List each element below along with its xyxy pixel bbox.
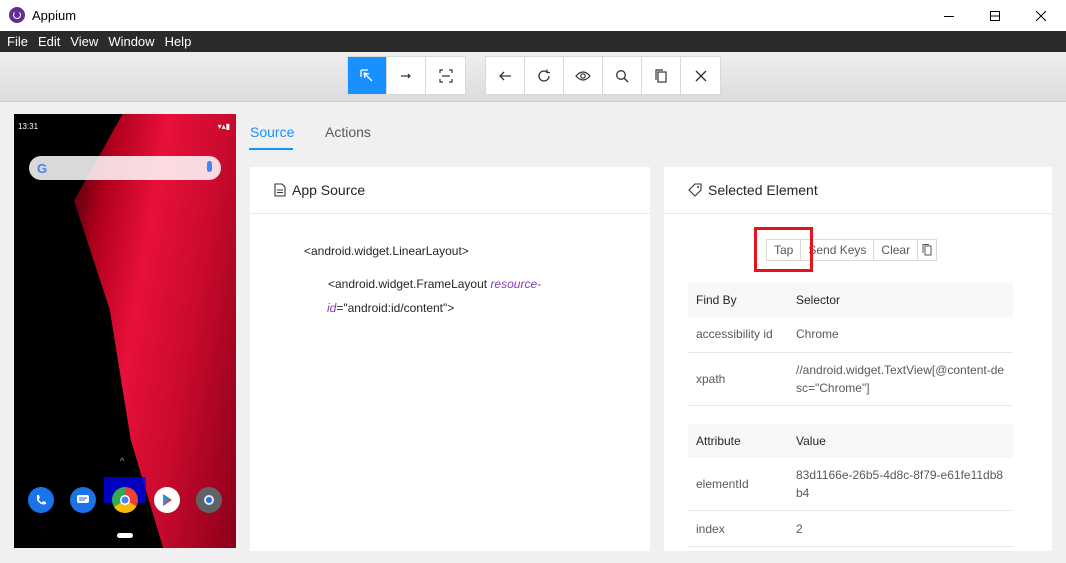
menu-view[interactable]: View [65, 31, 103, 52]
node-attr-value: ="android:id/content"> [336, 301, 455, 315]
selected-element-header: Selected Element [664, 167, 1052, 214]
node-attr-name-cont: id [327, 301, 337, 315]
tap-highlight-box [754, 227, 813, 272]
main-area: 13:31 ▾▴▮ G ^ Source Actions App Source … [0, 102, 1066, 563]
column-attribute: Attribute [688, 424, 788, 458]
refresh-button[interactable] [525, 57, 564, 94]
swipe-arrow-icon [401, 73, 411, 78]
attribute-cell: elementId [688, 458, 788, 511]
chrome-app-icon[interactable] [112, 487, 138, 513]
close-icon [695, 70, 706, 81]
tree-node-framelayout[interactable]: <android.widget.FrameLayout resource- [328, 272, 628, 296]
find-by-cell: accessibility id [688, 317, 788, 353]
eye-icon [575, 70, 591, 81]
select-cursor-icon [360, 68, 373, 81]
menu-help[interactable]: Help [160, 31, 197, 52]
close-button[interactable] [1018, 0, 1064, 31]
search-icon [616, 69, 629, 82]
home-gesture-pill[interactable] [117, 533, 133, 538]
column-selector: Selector [788, 283, 1013, 317]
menu-file[interactable]: File [2, 31, 33, 52]
swipe-by-coordinates-button[interactable] [387, 57, 426, 94]
tree-node-root[interactable]: <android.widget.LinearLayout> [304, 244, 469, 258]
camera-app-icon[interactable] [196, 487, 222, 513]
maximize-icon [990, 10, 1000, 21]
copy-icon [922, 244, 932, 256]
value-cell: 2 [788, 510, 1013, 547]
table-row: accessibility id Chrome [688, 317, 1013, 353]
app-source-header: App Source [250, 167, 650, 214]
table-row: xpath //android.widget.TextView[@content… [688, 352, 1013, 406]
quit-session-button[interactable] [681, 57, 720, 94]
app-source-title: App Source [292, 182, 366, 198]
column-value: Value [788, 424, 1013, 458]
maximize-button[interactable] [972, 0, 1018, 31]
table-row: index 2 [688, 510, 1013, 547]
actions-group [485, 56, 721, 95]
arrow-left-icon [499, 71, 511, 80]
start-recording-button[interactable] [564, 57, 603, 94]
close-icon [1036, 10, 1046, 21]
search-elements-button[interactable] [603, 57, 642, 94]
column-find-by: Find By [688, 283, 788, 317]
messages-app-icon[interactable] [70, 487, 96, 513]
selected-element-title: Selected Element [708, 182, 818, 198]
status-time: 13:31 [18, 122, 39, 131]
tag-icon [688, 183, 702, 197]
clear-button[interactable]: Clear [874, 240, 919, 260]
minimize-button[interactable] [926, 0, 972, 31]
selector-cell[interactable]: Chrome [788, 317, 1013, 353]
app-source-panel: App Source <android.widget.LinearLayout>… [250, 167, 650, 551]
refresh-icon [538, 69, 550, 82]
tab-actions[interactable]: Actions [325, 124, 371, 140]
mic-icon [207, 161, 212, 172]
device-screenshot[interactable]: 13:31 ▾▴▮ G ^ [14, 114, 236, 548]
table-header-row: Find By Selector [688, 283, 1013, 317]
find-by-table: Find By Selector accessibility id Chrome… [688, 283, 1013, 406]
node-tag: <android.widget.FrameLayout [328, 277, 488, 291]
tap-by-coordinates-button[interactable] [426, 57, 465, 94]
selector-cell[interactable]: //android.widget.TextView[@content-desc=… [788, 352, 1013, 406]
tab-source[interactable]: Source [250, 124, 294, 140]
copy-xml-button[interactable] [642, 57, 681, 94]
attribute-cell: index [688, 510, 788, 547]
node-attr-name: resource- [490, 277, 542, 291]
minimize-icon [944, 15, 954, 17]
tree-node-framelayout-cont: id="android:id/content"> [327, 296, 454, 320]
google-search-bar[interactable]: G [29, 156, 221, 180]
select-elements-button[interactable] [348, 57, 387, 94]
find-by-cell: xpath [688, 352, 788, 406]
active-tab-indicator [249, 148, 293, 150]
phone-app-icon[interactable] [28, 487, 54, 513]
back-button[interactable] [486, 57, 525, 94]
menu-edit[interactable]: Edit [33, 31, 65, 52]
status-icons: ▾▴▮ [217, 122, 230, 131]
file-icon [274, 183, 286, 197]
table-row: elementId 83d1166e-26b5-4d8c-8f79-e61fe1… [688, 458, 1013, 511]
attributes-table: Attribute Value elementId 83d1166e-26b5-… [688, 424, 1013, 547]
scan-frame-icon [438, 68, 453, 83]
copy-attributes-button[interactable] [918, 240, 937, 260]
table-header-row: Attribute Value [688, 424, 1013, 458]
window-title: Appium [32, 8, 77, 23]
menu-window[interactable]: Window [103, 31, 159, 52]
toolbar [0, 52, 1066, 102]
copy-icon [655, 68, 667, 83]
play-store-app-icon[interactable] [154, 487, 180, 513]
title-bar: Appium [0, 0, 1066, 31]
menu-bar: File Edit View Window Help [0, 31, 1066, 52]
value-cell: 83d1166e-26b5-4d8c-8f79-e61fe11db8b4 [788, 458, 1013, 511]
inspector-mode-group [347, 56, 466, 95]
appium-logo-icon [9, 7, 25, 23]
google-icon: G [37, 161, 48, 176]
app-drawer-chevron-icon[interactable]: ^ [120, 456, 124, 466]
selected-element-panel: Selected Element Tap Send Keys Clear Fin… [664, 167, 1052, 551]
